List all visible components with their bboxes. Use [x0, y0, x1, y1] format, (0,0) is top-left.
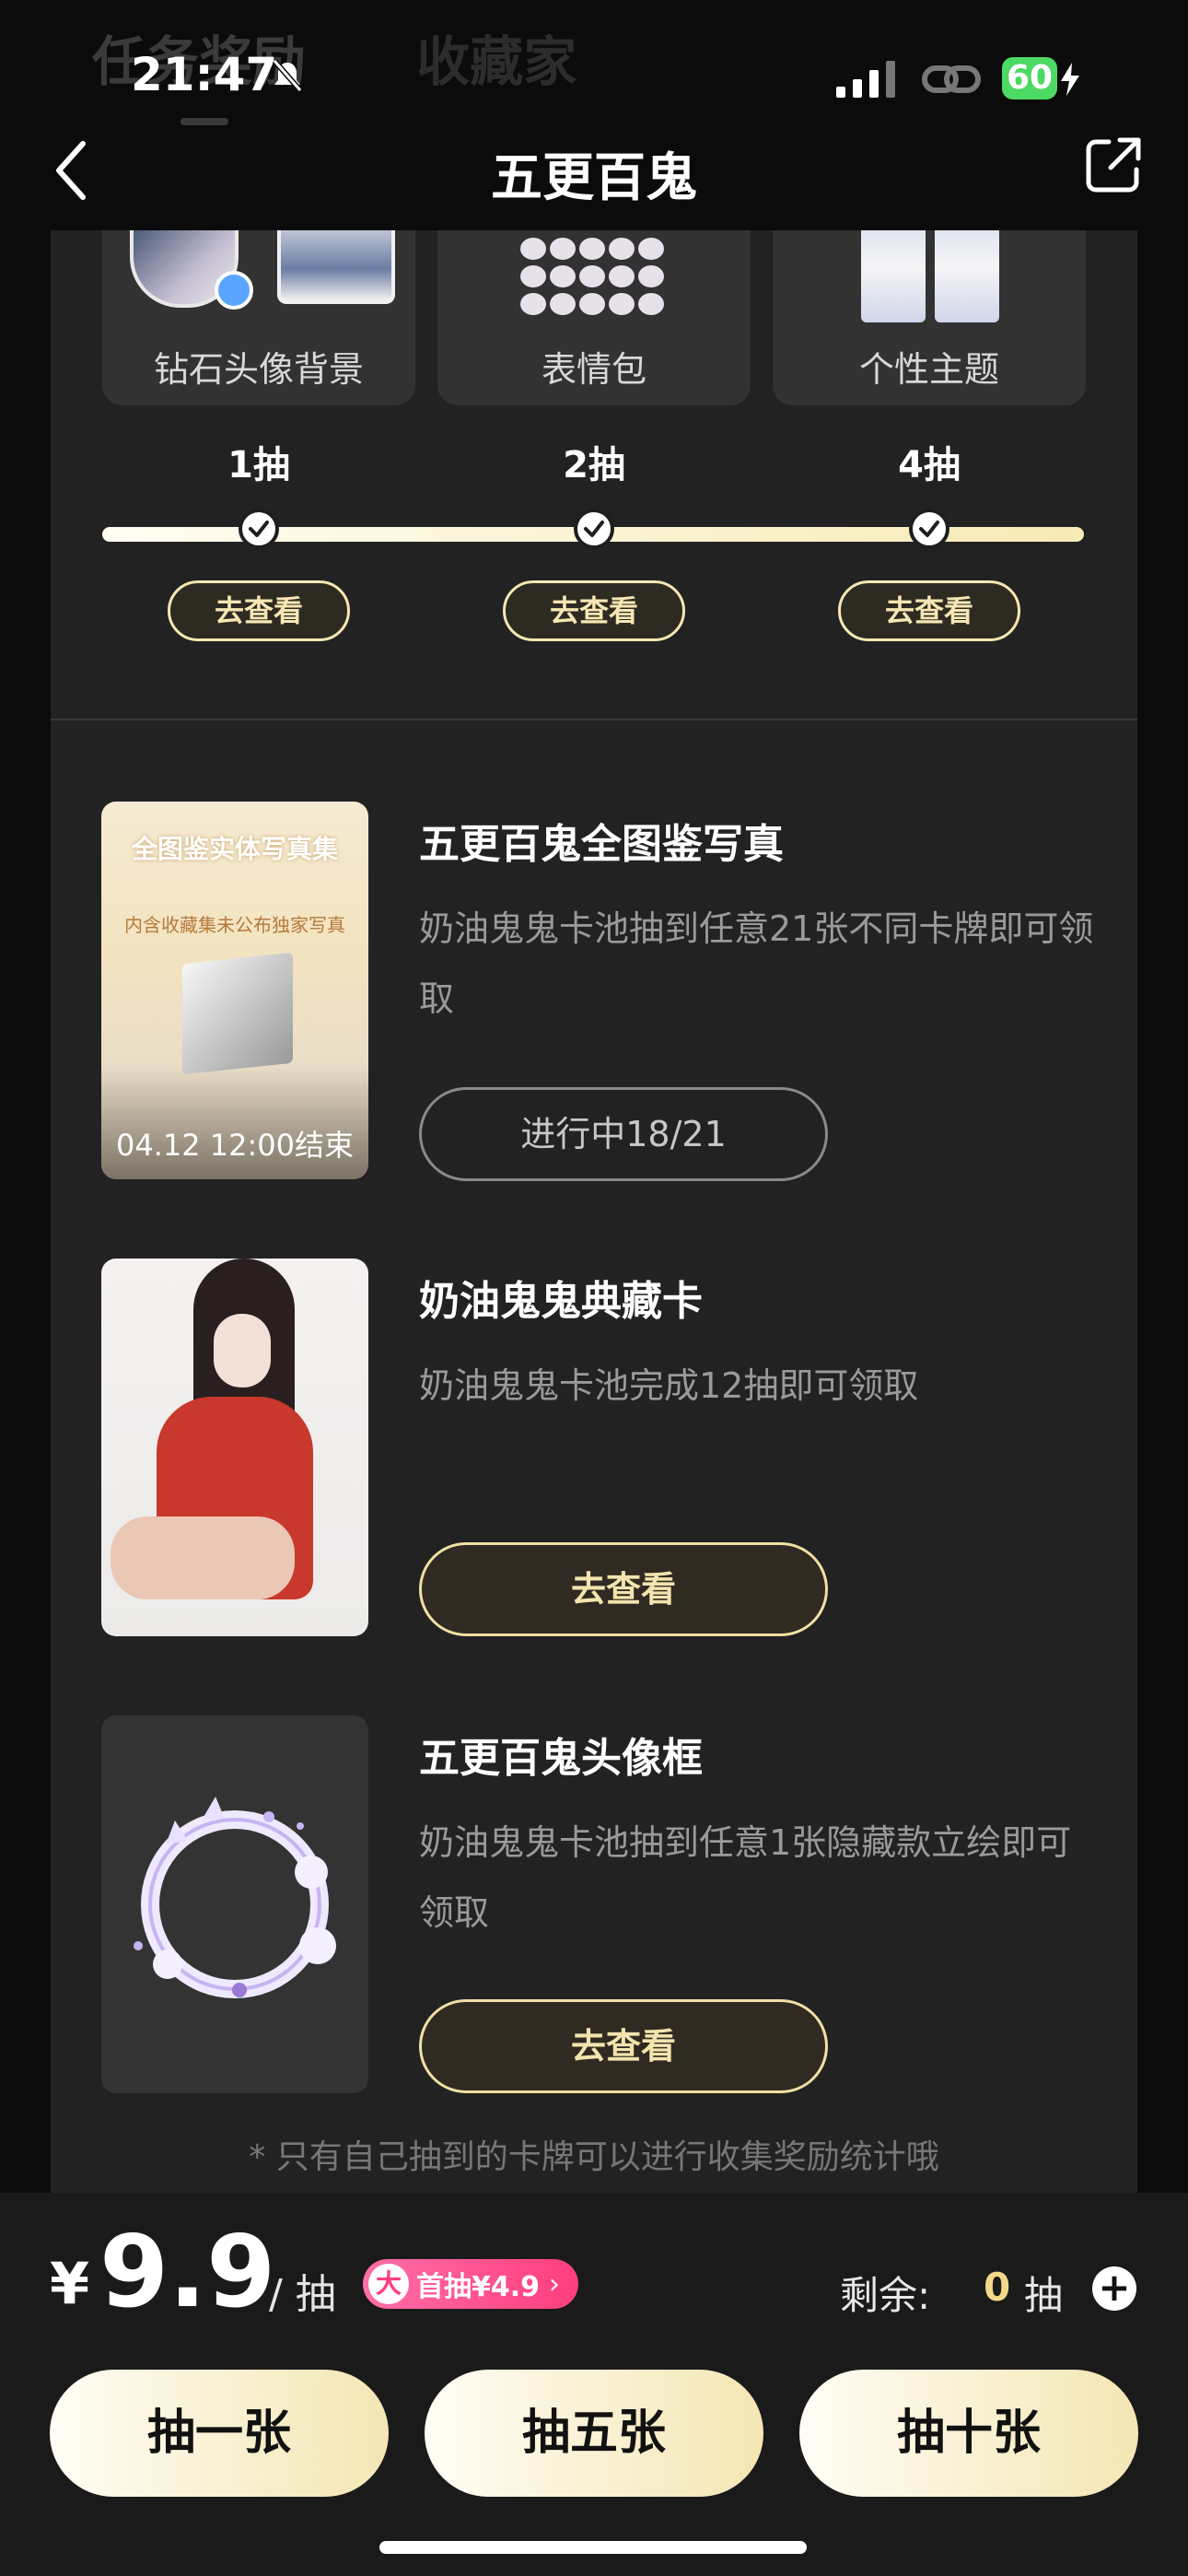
first-draw-badge[interactable]: 大 首抽¥4.9 › — [363, 2259, 579, 2309]
task-item-avatar-frame: 五更百鬼头像框 奶油鬼鬼卡池抽到任意1张隐藏款立绘即可领取 去查看 — [51, 1715, 1137, 2102]
first-draw-text: 首抽¥4.9 — [416, 2271, 541, 2303]
task-title: 奶油鬼鬼典藏卡 — [419, 1278, 703, 1325]
link-icon — [922, 65, 981, 93]
draw-one-button[interactable]: 抽一张 — [50, 2370, 389, 2497]
step-check-icon — [909, 509, 949, 549]
view-button-step-1[interactable]: 去查看 — [168, 580, 350, 641]
reward-card-theme[interactable]: 个性主题 — [773, 230, 1086, 405]
footnote: * 只有自己抽到的卡牌可以进行收集奖励统计哦 — [249, 2138, 939, 2176]
step-label-1: 1抽 — [227, 444, 290, 486]
view-button-step-2[interactable]: 去查看 — [503, 580, 685, 641]
step-check-icon — [574, 509, 614, 549]
thumb-heading: 全图鉴实体写真集 — [131, 834, 338, 864]
theme-preview-2 — [935, 230, 999, 322]
reward-label: 个性主题 — [858, 349, 999, 390]
reward-card-stickers[interactable]: 表情包 — [437, 230, 751, 405]
step-label-2: 2抽 — [563, 444, 625, 486]
task-view-button[interactable]: 去查看 — [419, 1542, 828, 1636]
sticker-preview — [518, 236, 666, 315]
price: 9.9 — [99, 2215, 276, 2330]
photo-book-image — [182, 952, 293, 1075]
reward-label: 表情包 — [541, 349, 646, 390]
battery-level: 60 — [1002, 57, 1057, 100]
task-item-collector-card: 奶油鬼鬼典藏卡 奶油鬼鬼卡池完成12抽即可领取 去查看 — [51, 1259, 1137, 1645]
thumb-subheading: 内含收藏集未公布独家写真 — [124, 914, 345, 936]
reward-label: 钻石头像背景 — [153, 349, 364, 390]
page-title: 五更百鬼 — [491, 148, 697, 208]
task-progress-button[interactable]: 进行中18/21 — [419, 1087, 828, 1181]
task-title: 五更百鬼全图鉴写真 — [419, 821, 784, 868]
task-description: 奶油鬼鬼卡池抽到任意1张隐藏款立绘即可领取 — [419, 1822, 1072, 1933]
draw-ten-button[interactable]: 抽十张 — [799, 2370, 1138, 2497]
task-title: 五更百鬼头像框 — [419, 1735, 703, 1782]
task-description: 奶油鬼鬼卡池抽到任意21张不同卡牌即可领取 — [419, 908, 1094, 1019]
background-preview — [277, 230, 395, 304]
photo-book-thumbnail[interactable]: 全图鉴实体写真集 内含收藏集未公布独家写真 04.12 12:00结束 — [101, 802, 368, 1179]
currency-symbol: ¥ — [50, 2250, 90, 2317]
view-button-step-4[interactable]: 去查看 — [838, 580, 1020, 641]
reward-panel: 钻石头像背景 表情包 个性主题 1抽 2抽 4抽 去查看 去查看 去查看 全图鉴… — [51, 230, 1137, 2211]
charging-bolt-icon — [1061, 63, 1079, 96]
signal-icon — [836, 61, 895, 98]
share-icon[interactable] — [1083, 135, 1144, 195]
home-indicator — [379, 2541, 807, 2554]
reward-card-avatar-bg[interactable]: 钻石头像背景 — [102, 230, 415, 405]
remaining-unit: 抽 — [1024, 2273, 1064, 2318]
price-unit: / 抽 — [269, 2271, 336, 2318]
end-time: 04.12 12:00结束 — [115, 1128, 354, 1163]
bell-muted-icon — [272, 59, 303, 92]
section-divider — [51, 719, 1137, 720]
remaining-label: 剩余: — [840, 2273, 931, 2318]
draw-five-button[interactable]: 抽五张 — [425, 2370, 763, 2497]
collector-card-thumbnail[interactable] — [101, 1259, 368, 1636]
verified-badge-icon — [215, 271, 253, 310]
step-label-4: 4抽 — [898, 444, 961, 486]
step-check-icon — [239, 509, 279, 549]
remaining-count: 0 — [984, 2265, 1011, 2310]
draw-bar: ¥ 9.9 / 抽 大 首抽¥4.9 › 剩余: 0 抽 + 抽一张 抽五张 抽… — [0, 2193, 1188, 2576]
theme-preview-1 — [861, 230, 926, 322]
nav-bar: 五更百鬼 — [0, 120, 1188, 230]
add-draws-icon[interactable]: + — [1092, 2266, 1136, 2311]
task-item-photo-book: 全图鉴实体写真集 内含收藏集未公布独家写真 04.12 12:00结束 五更百鬼… — [51, 802, 1137, 1188]
chevron-right-icon: › — [549, 2267, 561, 2301]
big-badge-icon: 大 — [368, 2264, 409, 2304]
task-view-button[interactable]: 去查看 — [419, 1999, 828, 2093]
task-description: 奶油鬼鬼卡池完成12抽即可领取 — [419, 1365, 919, 1406]
status-time: 21:47 — [131, 48, 278, 101]
avatar-frame-icon — [134, 1797, 336, 1998]
avatar-frame-thumbnail[interactable] — [101, 1715, 368, 2093]
